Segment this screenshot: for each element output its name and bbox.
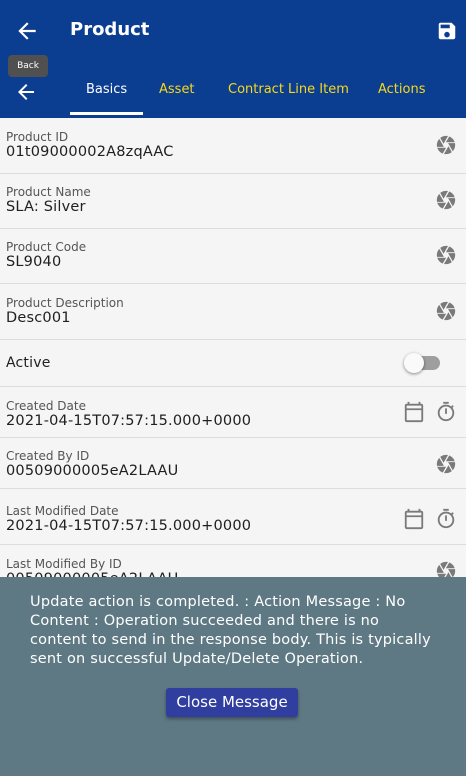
field-product-name: Product Name SLA: Silver (0, 174, 466, 229)
back-arrow-icon[interactable] (14, 80, 38, 104)
field-label: Created Date (6, 399, 86, 413)
aperture-icon[interactable] (435, 189, 457, 211)
field-product-description: Product Description Desc001 (0, 284, 466, 340)
aperture-icon[interactable] (435, 453, 457, 475)
field-value: 00509000005eA2LAAU (6, 463, 179, 479)
field-value: 2021-04-15T07:57:15.000+0000 (6, 413, 252, 429)
page-title: Product (70, 19, 150, 40)
field-label: Last Modified By ID (6, 557, 122, 571)
tab-basics[interactable]: Basics (86, 82, 127, 97)
field-created-date: Created Date 2021-04-15T07:57:15.000+000… (0, 387, 466, 438)
active-toggle[interactable] (404, 353, 442, 373)
field-value: SL9040 (6, 254, 62, 270)
field-created-by-id: Created By ID 00509000005eA2LAAU (0, 438, 466, 489)
field-label: Product Description (6, 296, 124, 310)
close-message-button[interactable]: Close Message (166, 688, 298, 717)
field-value: Desc001 (6, 310, 71, 326)
stopwatch-icon[interactable] (435, 508, 457, 530)
tab-actions[interactable]: Actions (378, 82, 426, 97)
action-message: Update action is completed. : Action Mes… (30, 594, 431, 667)
toggle-knob (404, 353, 424, 373)
tab-bar: Basics Asset Contract Line Item Actions (0, 62, 466, 118)
aperture-icon[interactable] (435, 244, 457, 266)
save-icon[interactable] (436, 20, 458, 42)
field-active: Active (0, 340, 466, 387)
message-overlay: Update action is completed. : Action Mes… (0, 577, 466, 776)
calendar-icon[interactable] (403, 508, 425, 530)
active-tab-indicator (70, 112, 143, 115)
stopwatch-icon[interactable] (435, 401, 457, 423)
field-product-code: Product Code SL9040 (0, 229, 466, 284)
back-tooltip: Back (8, 55, 48, 77)
aperture-icon[interactable] (435, 134, 457, 156)
field-label: Created By ID (6, 449, 90, 463)
field-value: SLA: Silver (6, 199, 86, 215)
field-value: 2021-04-15T07:57:15.000+0000 (6, 518, 252, 534)
field-value: 01t09000002A8zqAAC (6, 144, 174, 160)
field-label: Product Name (6, 185, 91, 199)
back-arrow-icon[interactable] (14, 18, 40, 44)
app-bar: Product (0, 0, 466, 62)
tab-asset[interactable]: Asset (159, 82, 195, 97)
aperture-icon[interactable] (435, 300, 457, 322)
field-label: Last Modified Date (6, 504, 119, 518)
field-label: Product Code (6, 240, 87, 254)
calendar-icon[interactable] (403, 401, 425, 423)
field-product-id: Product ID 01t09000002A8zqAAC (0, 118, 466, 174)
field-label: Product ID (6, 130, 69, 144)
field-last-modified-date: Last Modified Date 2021-04-15T07:57:15.0… (0, 489, 466, 545)
field-label: Active (6, 355, 51, 371)
tab-contract-line-item[interactable]: Contract Line Item (228, 82, 349, 97)
